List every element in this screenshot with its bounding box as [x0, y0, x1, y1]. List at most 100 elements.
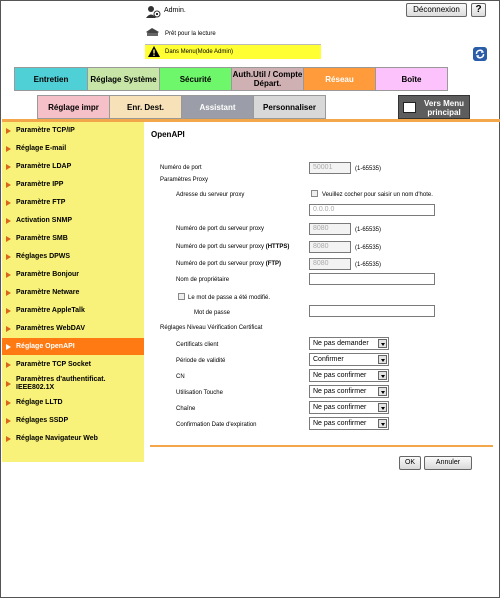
cancel-button[interactable]: Annuler — [424, 456, 472, 470]
warning-icon — [148, 46, 160, 57]
arrow-right-icon — [6, 361, 11, 368]
sidebar-item-label: Paramètre Bonjour — [16, 270, 80, 278]
page-title: OpenAPI — [151, 130, 185, 139]
chevron-down-icon — [378, 403, 387, 412]
help-button[interactable]: ? — [471, 3, 486, 17]
hostname-checkbox[interactable] — [311, 190, 318, 197]
logout-button[interactable]: Déconnexion — [406, 3, 467, 17]
to-main-menu-button[interactable]: Vers Menu principal — [398, 95, 470, 119]
cert-row-label: Confirmation Date d'expiration — [176, 422, 257, 428]
cert-row-select[interactable]: Ne pas confirmer — [309, 401, 389, 414]
proxy-https-port-input[interactable]: 8080 — [309, 241, 351, 253]
tab-maintenance[interactable]: Entretien — [14, 67, 88, 91]
sidebar-item[interactable]: Paramètre Bonjour — [2, 266, 144, 283]
tab-store-address[interactable]: Enr. Dest. — [109, 95, 182, 119]
cert-row-select[interactable]: Ne pas demander — [309, 337, 389, 350]
cert-row-select[interactable]: Ne pas confirmer — [309, 385, 389, 398]
sidebar-item[interactable]: Réglages SSDP — [2, 412, 144, 429]
port-range: (1-65535) — [355, 166, 382, 172]
sidebar-item[interactable]: Réglage E-mail — [2, 140, 144, 157]
arrow-right-icon — [6, 343, 11, 350]
tab-wizard[interactable]: Assistant — [181, 95, 254, 119]
sidebar-item-label: Réglage E-mail — [16, 144, 67, 152]
sidebar-item[interactable]: Activation SNMP — [2, 212, 144, 229]
owner-input[interactable] — [309, 273, 435, 285]
arrow-right-icon — [6, 253, 11, 260]
arrow-right-icon — [6, 235, 11, 242]
cert-row-select[interactable]: Ne pas confirmer — [309, 369, 389, 382]
sidebar-item-label: Réglages DPWS — [16, 252, 71, 260]
proxy-https-range: (1-65535) — [355, 245, 382, 251]
proxy-address-input[interactable]: 0.0.0.0 — [309, 204, 435, 216]
ok-button[interactable]: OK — [399, 456, 421, 470]
select-value: Ne pas demander — [313, 340, 369, 347]
proxy-https-suffix: (HTTPS) — [265, 244, 290, 250]
arrow-right-icon — [6, 289, 11, 296]
arrow-right-icon — [6, 217, 11, 224]
sidebar-item[interactable]: Paramètre Netware — [2, 284, 144, 301]
tab-network[interactable]: Réseau — [303, 67, 376, 91]
password-label: Mot de passe — [194, 310, 231, 316]
sidebar-item[interactable]: Paramètre TCP/IP — [2, 122, 144, 139]
sidebar-item-label: Paramètre LDAP — [16, 162, 72, 170]
sidebar-item[interactable]: Réglage LLTD — [2, 394, 144, 411]
user-label: Admin. — [164, 7, 186, 14]
select-value: Ne pas confirmer — [313, 372, 367, 379]
tab-security[interactable]: Sécurité — [159, 67, 232, 91]
port-input[interactable]: 50001 — [309, 162, 351, 174]
sidebar-item[interactable]: Paramètre AppleTalk — [2, 302, 144, 319]
cert-row-select[interactable]: Ne pas confirmer — [309, 417, 389, 430]
proxy-ftp-suffix: (FTP) — [265, 261, 282, 267]
hostname-checkbox-label: Veuillez cocher pour saisir un nom d'hot… — [322, 192, 433, 198]
chevron-down-icon — [378, 371, 387, 380]
arrow-right-icon — [6, 417, 11, 424]
sidebar-item[interactable]: Paramètres d'authentificat. IEEE802.1X — [2, 373, 144, 394]
sidebar-item[interactable]: Réglage OpenAPI — [2, 338, 144, 355]
arrow-right-icon — [6, 435, 11, 442]
select-value: Confirmer — [313, 356, 344, 363]
proxy-address-label: Adresse du serveur proxy — [176, 192, 245, 198]
sidebar-item-label: Paramètre AppleTalk — [16, 306, 85, 314]
status-text: Prêt pour la lecture — [165, 31, 216, 37]
sidebar-item-label: Paramètre TCP/IP — [16, 126, 75, 134]
sidebar-item[interactable]: Paramètre TCP Socket — [2, 356, 144, 373]
password-input[interactable] — [309, 305, 435, 317]
password-changed-label: Le mot de passe a été modifié. — [188, 295, 271, 301]
sidebar-item[interactable]: Paramètre FTP — [2, 194, 144, 211]
arrow-right-icon — [6, 145, 11, 152]
sidebar-item-label: Paramètre Netware — [16, 288, 80, 296]
sidebar-item[interactable]: Paramètre LDAP — [2, 158, 144, 175]
sidebar: Paramètre TCP/IP Réglage E-mail Paramètre … — [2, 122, 144, 462]
proxy-port-input[interactable]: 8080 — [309, 223, 351, 235]
sidebar-item[interactable]: Réglages DPWS — [2, 248, 144, 265]
chevron-down-icon — [378, 387, 387, 396]
sidebar-item-label: Réglages SSDP — [16, 416, 69, 424]
proxy-ftp-port-input[interactable]: 8080 — [309, 258, 351, 270]
chevron-down-icon — [378, 419, 387, 428]
sidebar-item[interactable]: Paramètre IPP — [2, 176, 144, 193]
tab-print-settings[interactable]: Réglage impr — [37, 95, 110, 119]
password-changed-checkbox[interactable] — [178, 293, 185, 300]
refresh-icon[interactable] — [473, 47, 487, 61]
sidebar-item-label: Paramètre SMB — [16, 234, 68, 242]
cert-row-select[interactable]: Confirmer — [309, 353, 389, 366]
arrow-right-icon — [6, 380, 11, 387]
sidebar-item-label: Activation SNMP — [16, 216, 73, 224]
page-frame: Admin. Déconnexion ? Prêt pour la lectur… — [0, 0, 500, 598]
tab-customize[interactable]: Personnaliser — [253, 95, 326, 119]
admin-user-icon — [146, 6, 161, 18]
arrow-right-icon — [6, 307, 11, 314]
tab-box[interactable]: Boîte — [375, 67, 448, 91]
tab-system-settings[interactable]: Réglage Système — [87, 67, 160, 91]
sidebar-item[interactable]: Paramètres WebDAV — [2, 320, 144, 337]
arrow-right-icon — [6, 127, 11, 134]
chevron-down-icon — [378, 355, 387, 364]
sidebar-item-label: Paramètre IPP — [16, 180, 64, 188]
sidebar-item[interactable]: Paramètre SMB — [2, 230, 144, 247]
sidebar-item-label: Paramètre TCP Socket — [16, 360, 91, 368]
owner-label: Nom de propriétaire — [176, 277, 230, 283]
sidebar-item-label: Réglage OpenAPI — [16, 342, 75, 350]
sidebar-item[interactable]: Réglage Navigateur Web — [2, 430, 144, 447]
cert-row-label: Période de validité — [176, 358, 226, 364]
tab-user-auth[interactable]: Auth.Util / Compte Départ. — [231, 67, 304, 91]
